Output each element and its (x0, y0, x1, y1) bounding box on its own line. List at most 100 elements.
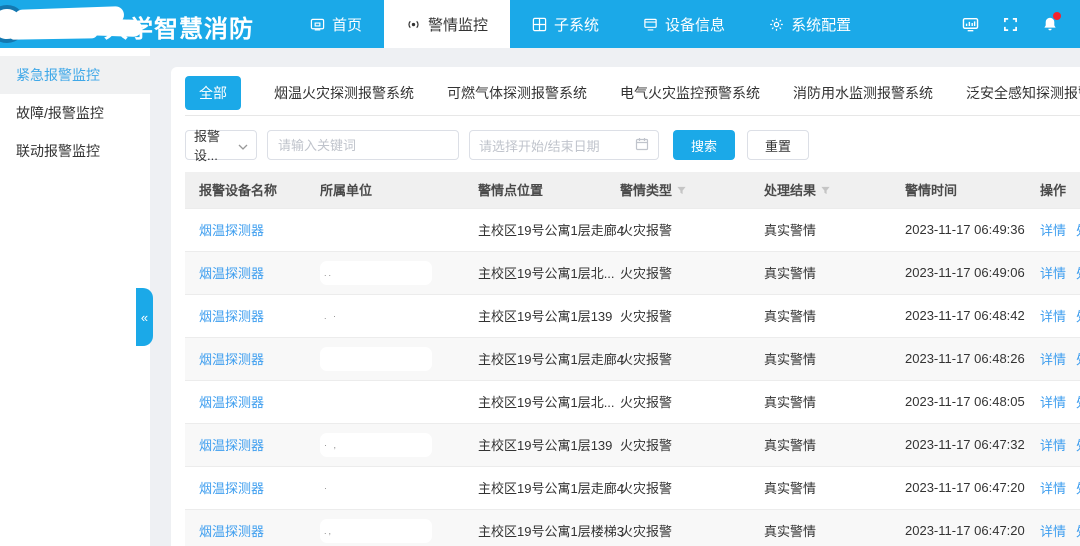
table-row: 烟温探测器.,主校区19号公寓1层楼梯3火灾报警真实警情2023-11-17 0… (185, 509, 1080, 546)
detail-link[interactable]: 详情 (1040, 481, 1066, 496)
top-navbar: 大学智慧消防 首页 警情监控 子系统 设备信息 系统配置 (0, 0, 1080, 48)
result-cell: 真实警情 (764, 251, 905, 294)
nav-item-0[interactable]: 首页 (288, 0, 384, 48)
detail-link[interactable]: 详情 (1040, 524, 1066, 539)
redacted-unit (320, 347, 432, 371)
table-header-row: 报警设备名称所属单位警情点位置警情类型处理结果警情时间操作 (185, 172, 1080, 208)
nav-item-3[interactable]: 设备信息 (621, 0, 747, 48)
tab-4[interactable]: 消防用水监测报警系统 (793, 83, 933, 103)
chevron-down-icon (238, 138, 248, 153)
tab-1[interactable]: 烟温火灾探测报警系统 (274, 83, 414, 103)
table-row: 烟温探测器· ,主校区19号公寓1层139火灾报警真实警情2023-11-17 … (185, 423, 1080, 466)
handle-link[interactable]: 处理 (1076, 395, 1080, 410)
tab-2[interactable]: 可燃气体探测报警系统 (447, 83, 587, 103)
redacted-unit: . · (320, 304, 432, 328)
tab-5[interactable]: 泛安全感知探测报警系统 (966, 83, 1080, 103)
time-cell: 2023-11-17 06:48:26 (905, 337, 1040, 380)
col-header-6: 操作 (1040, 172, 1080, 208)
location-cell: 主校区19号公寓1层北... (478, 380, 620, 423)
location-cell: 主校区19号公寓1层走廊4 (478, 466, 620, 509)
result-cell: 真实警情 (764, 509, 905, 546)
tab-0[interactable]: 全部 (185, 76, 241, 110)
col-header-4: 处理结果 (764, 172, 905, 208)
table-row: 烟温探测器主校区19号公寓1层走廊4火灾报警真实警情2023-11-17 06:… (185, 337, 1080, 380)
device-link[interactable]: 烟温探测器 (199, 524, 264, 539)
alarm-monitoring-icon (406, 17, 421, 32)
handle-link[interactable]: 处理 (1076, 223, 1080, 238)
reset-button[interactable]: 重置 (747, 130, 809, 160)
time-cell: 2023-11-17 06:49:06 (905, 251, 1040, 294)
search-button[interactable]: 搜索 (673, 130, 735, 160)
sidebar-item-1[interactable]: 故障/报警监控 (0, 94, 150, 132)
bell-icon[interactable] (1042, 16, 1058, 32)
sidebar-item-0[interactable]: 紧急报警监控 (0, 56, 150, 94)
location-cell: 主校区19号公寓1层139 (478, 294, 620, 337)
home-icon (310, 17, 325, 32)
date-range-picker[interactable]: 请选择开始/结束日期 (469, 130, 659, 160)
main-panel: 全部 烟温火灾探测报警系统 可燃气体探测报警系统 电气火灾监控预警系统 消防用水监测报警… (171, 67, 1080, 546)
dashboard-icon[interactable] (962, 17, 979, 32)
result-cell: 真实警情 (764, 208, 905, 251)
device-type-select[interactable]: 报警设... (185, 130, 257, 160)
handle-link[interactable]: 处理 (1076, 309, 1080, 324)
device-info-icon (643, 17, 658, 32)
nav-item-4[interactable]: 系统配置 (747, 0, 873, 48)
type-cell: 火灾报警 (620, 466, 764, 509)
col-header-2: 警情点位置 (478, 172, 620, 208)
device-link[interactable]: 烟温探测器 (199, 266, 264, 281)
detail-link[interactable]: 详情 (1040, 223, 1066, 238)
table-row: 烟温探测器..主校区19号公寓1层北...火灾报警真实警情2023-11-17 … (185, 251, 1080, 294)
sidebar-item-2[interactable]: 联动报警监控 (0, 132, 150, 170)
sidebar: 紧急报警监控故障/报警监控联动报警监控 « (0, 48, 150, 546)
location-cell: 主校区19号公寓1层北... (478, 251, 620, 294)
device-link[interactable]: 烟温探测器 (199, 481, 264, 496)
nav-item-label: 子系统 (554, 14, 599, 35)
notification-dot (1053, 12, 1061, 20)
device-link[interactable]: 烟温探测器 (199, 223, 264, 238)
handle-link[interactable]: 处理 (1076, 524, 1080, 539)
time-cell: 2023-11-17 06:47:32 (905, 423, 1040, 466)
sidebar-collapse-handle[interactable]: « (136, 288, 153, 346)
system-config-icon (769, 17, 784, 32)
keyword-input[interactable] (267, 130, 459, 160)
result-cell: 真实警情 (764, 380, 905, 423)
detail-link[interactable]: 详情 (1040, 438, 1066, 453)
app-brand: 大学智慧消防 (0, 0, 288, 48)
result-cell: 真实警情 (764, 337, 905, 380)
type-cell: 火灾报警 (620, 423, 764, 466)
handle-link[interactable]: 处理 (1076, 438, 1080, 453)
device-link[interactable]: 烟温探测器 (199, 352, 264, 367)
time-cell: 2023-11-17 06:49:36 (905, 208, 1040, 251)
detail-link[interactable]: 详情 (1040, 352, 1066, 367)
handle-link[interactable]: 处理 (1076, 352, 1080, 367)
filter-bar: 报警设... 请选择开始/结束日期 搜索 重置 (185, 130, 1080, 160)
filter-icon[interactable] (820, 184, 831, 199)
tab-3[interactable]: 电气火灾监控预警系统 (620, 83, 760, 103)
detail-link[interactable]: 详情 (1040, 395, 1066, 410)
handle-link[interactable]: 处理 (1076, 266, 1080, 281)
device-link[interactable]: 烟温探测器 (199, 438, 264, 453)
redaction-scribble (8, 25, 98, 40)
detail-link[interactable]: 详情 (1040, 309, 1066, 324)
nav-item-label: 设备信息 (665, 14, 725, 35)
page-body: 紧急报警监控故障/报警监控联动报警监控 « 全部 烟温火灾探测报警系统 可燃气体探测… (0, 48, 1080, 546)
type-cell: 火灾报警 (620, 251, 764, 294)
nav-item-label: 系统配置 (791, 14, 851, 35)
nav-item-1[interactable]: 警情监控 (384, 0, 510, 48)
nav-item-label: 警情监控 (428, 14, 488, 35)
device-link[interactable]: 烟温探测器 (199, 309, 264, 324)
redacted-unit: · (320, 476, 432, 500)
table-row: 烟温探测器主校区19号公寓1层走廊4火灾报警真实警情2023-11-17 06:… (185, 208, 1080, 251)
detail-link[interactable]: 详情 (1040, 266, 1066, 281)
filter-icon[interactable] (676, 184, 687, 199)
time-cell: 2023-11-17 06:48:05 (905, 380, 1040, 423)
redacted-unit: ., (320, 519, 432, 543)
nav-item-2[interactable]: 子系统 (510, 0, 621, 48)
type-cell: 火灾报警 (620, 509, 764, 546)
result-cell: 真实警情 (764, 466, 905, 509)
device-link[interactable]: 烟温探测器 (199, 395, 264, 410)
main-nav: 首页 警情监控 子系统 设备信息 系统配置 (288, 0, 873, 48)
handle-link[interactable]: 处理 (1076, 481, 1080, 496)
table-row: 烟温探测器. ·主校区19号公寓1层139火灾报警真实警情2023-11-17 … (185, 294, 1080, 337)
fullscreen-icon[interactable] (1003, 17, 1018, 32)
